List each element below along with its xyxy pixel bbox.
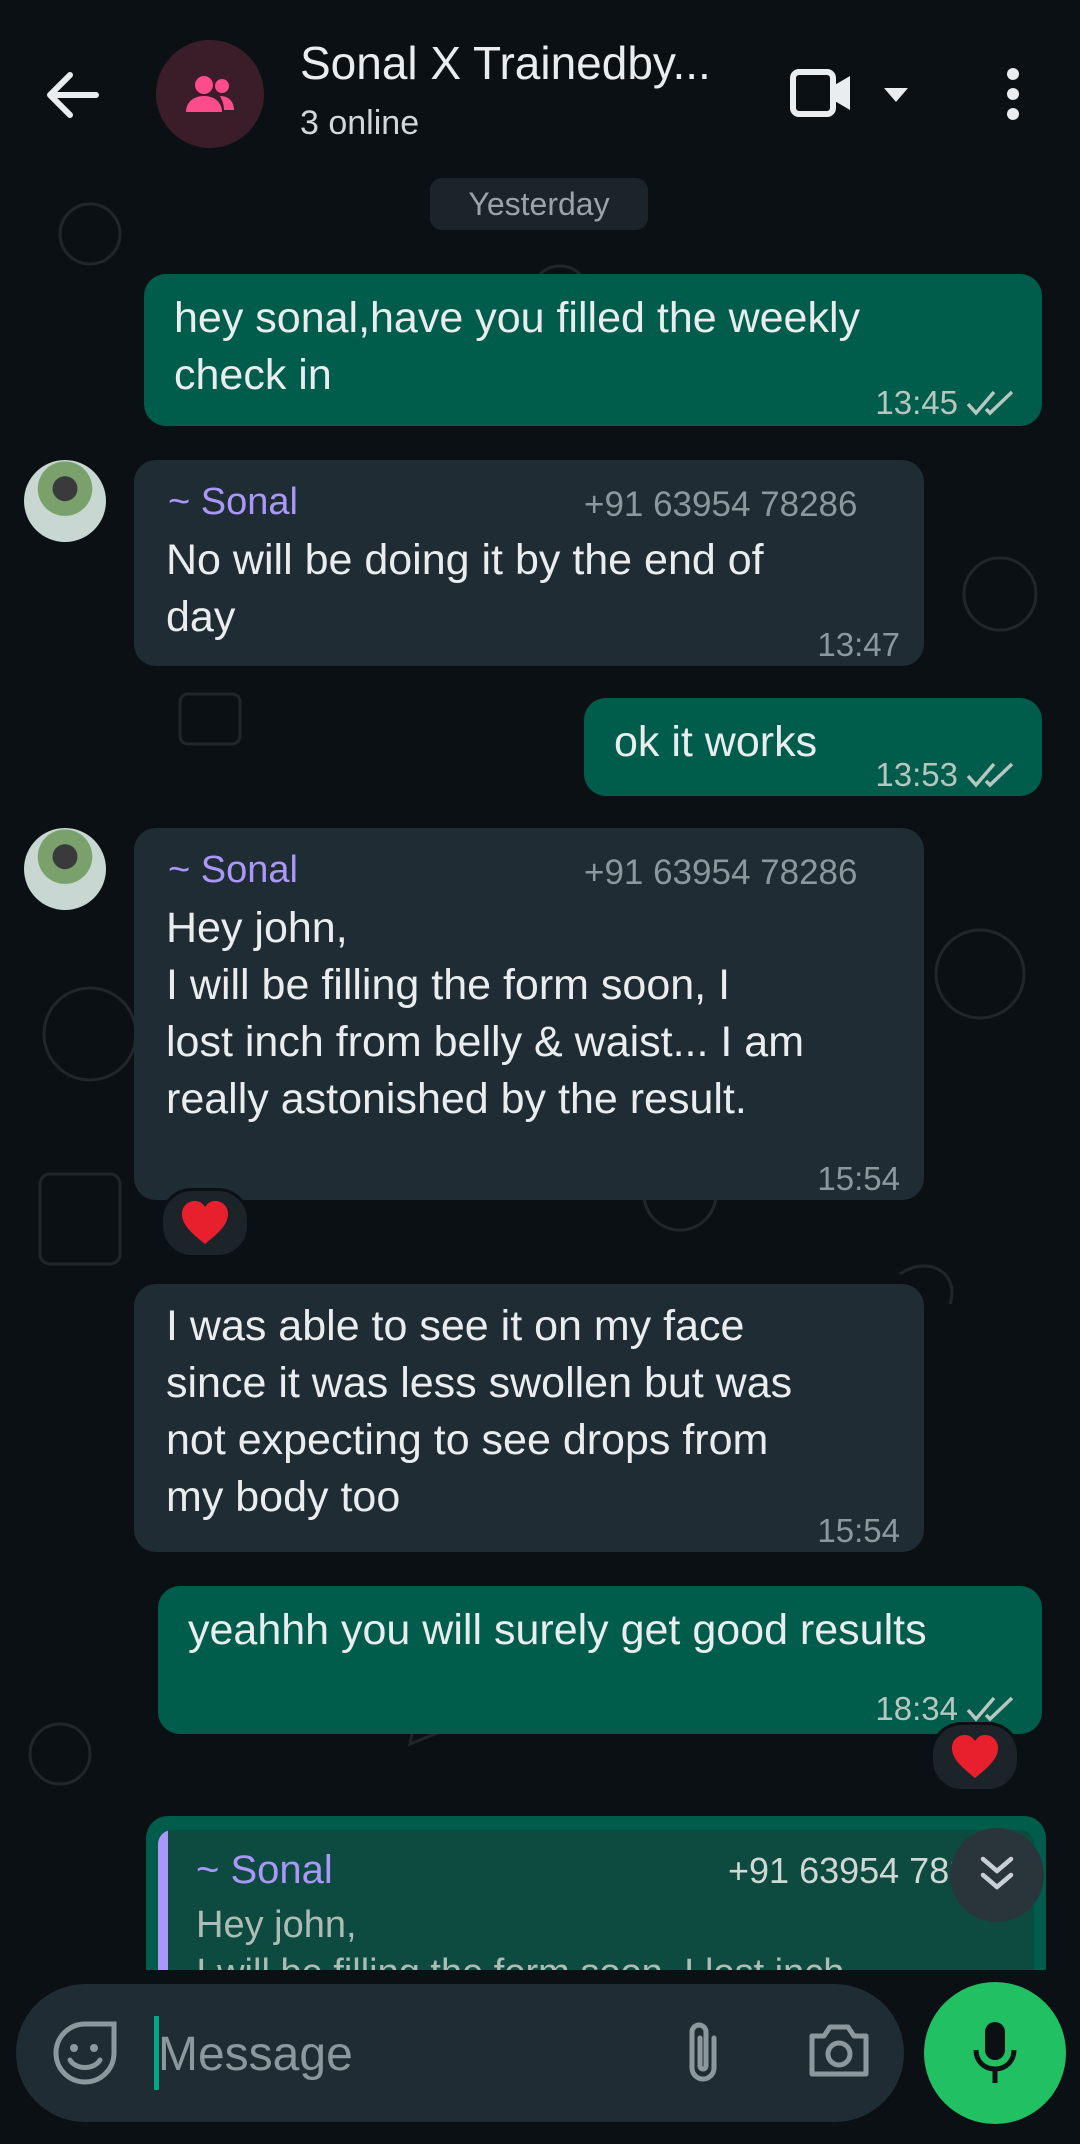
message-text: ok it works [614, 718, 818, 766]
message-meta: 15:54 [817, 1502, 900, 1559]
video-call-icon[interactable] [790, 66, 854, 120]
caret-down-icon[interactable] [880, 78, 912, 110]
quoted-message[interactable]: ~ Sonal +91 63954 78286 Hey john, I will… [158, 1830, 1034, 1970]
reaction-badge[interactable] [160, 1188, 250, 1258]
incoming-message[interactable]: ~ Sonal +91 63954 78286 No will be doing… [134, 460, 924, 666]
incoming-message[interactable]: I was able to see it on my face since it… [134, 1284, 924, 1552]
message-composer [16, 1984, 904, 2122]
double-check-icon [966, 762, 1014, 788]
online-status: 3 online [300, 104, 420, 142]
red-heart-icon [182, 1201, 228, 1244]
group-avatar[interactable] [156, 40, 264, 148]
quote-accent-bar [158, 1830, 168, 1970]
incoming-message[interactable]: ~ Sonal +91 63954 78286 Hey john, I will… [134, 828, 924, 1200]
camera-icon[interactable] [806, 2020, 872, 2082]
outgoing-message[interactable]: ok it works 13:53 [584, 698, 1042, 796]
message-meta: 13:53 [875, 746, 1016, 803]
message-meta: 13:47 [817, 616, 900, 673]
message-meta: 15:54 [817, 1150, 900, 1207]
scroll-to-bottom-button[interactable] [950, 1828, 1044, 1922]
message-time: 13:47 [817, 626, 900, 663]
chat-title[interactable]: Sonal X Trainedby... [300, 36, 711, 90]
sender-phone: +91 63954 78286 [584, 853, 858, 892]
quoted-text-line1: Hey john, [196, 1904, 357, 1946]
message-input[interactable] [156, 2004, 680, 2104]
sender-name[interactable]: ~ Sonal [168, 474, 298, 531]
group-icon [186, 76, 234, 112]
message-text: No will be doing it by the end of day [166, 536, 764, 641]
message-time: 15:54 [817, 1160, 900, 1197]
attachment-paperclip-icon[interactable] [676, 2018, 730, 2086]
microphone-icon [973, 2022, 1017, 2083]
back-arrow-icon[interactable] [38, 60, 108, 130]
date-separator: Yesterday [430, 178, 648, 230]
chat-area[interactable]: Yesterday hey sonal,have you filled the … [0, 174, 1080, 1970]
double-check-icon [966, 1696, 1014, 1722]
sticker-emoji-icon[interactable] [52, 2020, 118, 2086]
message-meta: 13:45 [875, 374, 1016, 431]
sender-avatar[interactable] [24, 828, 106, 910]
sender-phone: +91 63954 78286 [584, 485, 858, 524]
message-text: Hey john, I will be filling the form soo… [166, 904, 805, 1123]
message-text: yeahhh you will surely get good results [188, 1606, 927, 1654]
message-text: hey sonal,have you filled the weekly che… [174, 294, 861, 399]
double-chevron-down-icon [980, 1856, 1014, 1890]
more-options-icon[interactable] [998, 64, 1028, 124]
quoted-text-line2: I will be filling the form soon, I lost … [196, 1952, 844, 1970]
message-time: 15:54 [817, 1512, 900, 1549]
outgoing-message[interactable]: hey sonal,have you filled the weekly che… [144, 274, 1042, 426]
message-time: 13:45 [875, 384, 958, 421]
reaction-badge[interactable] [930, 1722, 1020, 1792]
sender-avatar[interactable] [24, 460, 106, 542]
message-time: 13:53 [875, 756, 958, 793]
message-text: I was able to see it on my face since it… [166, 1302, 793, 1521]
outgoing-message[interactable]: yeahhh you will surely get good results … [158, 1586, 1042, 1734]
quoted-sender-name: ~ Sonal [196, 1848, 333, 1892]
reply-message[interactable]: ~ Sonal +91 63954 78286 Hey john, I will… [146, 1816, 1046, 1970]
chat-header: Sonal X Trainedby... 3 online [0, 0, 1080, 175]
system-navigation-bar [0, 2130, 1080, 2144]
sender-name[interactable]: ~ Sonal [168, 842, 298, 899]
red-heart-icon [952, 1735, 998, 1778]
voice-message-button[interactable] [924, 1982, 1066, 2124]
double-check-icon [966, 390, 1014, 416]
